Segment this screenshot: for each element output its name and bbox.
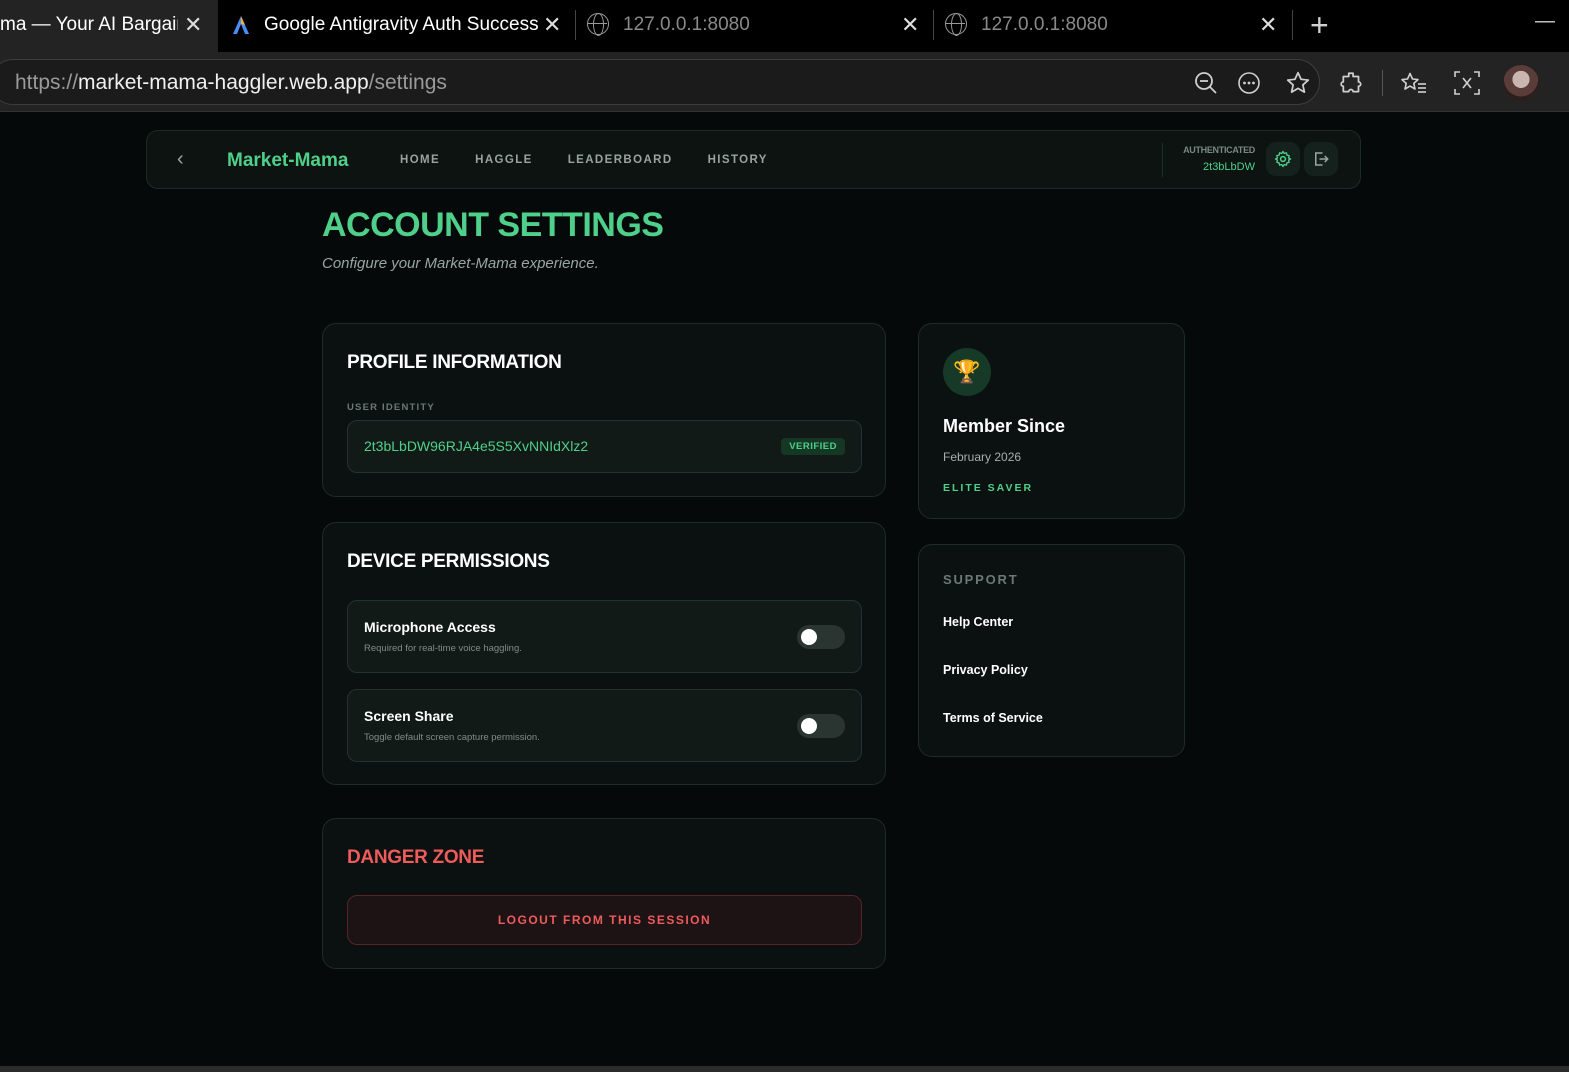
danger-zone-heading: DANGER ZONE	[347, 847, 485, 868]
member-rank: ELITE SAVER	[943, 482, 1034, 494]
page-subtitle: Configure your Market-Mama experience.	[322, 255, 599, 272]
profile-heading: PROFILE INFORMATION	[347, 352, 562, 373]
screenshot-icon[interactable]	[1453, 70, 1481, 96]
permission-desc: Toggle default screen capture permission…	[364, 732, 540, 743]
browser-tab-active[interactable]: ma — Your AI Bargainin ✕	[0, 0, 218, 52]
star-icon[interactable]	[1285, 70, 1311, 96]
url-path: /settings	[368, 71, 447, 94]
logout-session-button[interactable]: LOGOUT FROM THIS SESSION	[347, 895, 862, 945]
permission-title: Screen Share	[364, 708, 454, 724]
tab-title: 127.0.0.1:8080	[981, 14, 1108, 35]
globe-icon	[945, 13, 967, 36]
gear-icon	[1274, 150, 1292, 168]
logout-icon	[1315, 152, 1329, 166]
permissions-card: DEVICE PERMISSIONS Microphone Access Req…	[322, 522, 886, 785]
nav-link-leaderboard[interactable]: LEADERBOARD	[568, 154, 673, 166]
tab-title: Google Antigravity Auth Success	[264, 14, 539, 35]
url-text: https://market-mama-haggler.web.app/sett…	[15, 71, 447, 95]
browser-tab[interactable]: Google Antigravity Auth Success ✕	[218, 0, 575, 52]
app-navbar: ‹ Market-Mama HOME HAGGLE LEADERBOARD HI…	[146, 130, 1361, 189]
verified-badge: VERIFIED	[781, 438, 845, 455]
tab-title: 127.0.0.1:8080	[623, 14, 750, 35]
brand-logo[interactable]: Market-Mama	[227, 150, 348, 172]
help-center-link[interactable]: Help Center	[943, 615, 1013, 629]
permission-desc: Required for real-time voice haggling.	[364, 643, 522, 654]
permissions-heading: DEVICE PERMISSIONS	[347, 551, 550, 572]
auth-user-id: 2t3bLbDW	[1203, 161, 1255, 173]
url-scheme: https://	[15, 71, 79, 94]
member-since-title: Member Since	[943, 416, 1066, 436]
window-bottom-edge	[0, 1066, 1569, 1072]
user-identity-value: 2t3bLbDW96RJA4e5S5XvNNIdXlz2	[364, 438, 589, 454]
nav-link-home[interactable]: HOME	[400, 154, 440, 166]
tab-close-icon[interactable]: ✕	[184, 12, 202, 38]
trophy-icon: 🏆	[943, 348, 991, 396]
permission-title: Microphone Access	[364, 619, 496, 635]
nav-link-history[interactable]: HISTORY	[708, 154, 768, 166]
support-card: SUPPORT Help Center Privacy Policy Terms…	[918, 544, 1185, 757]
member-since-date: February 2026	[943, 450, 1022, 464]
zoom-out-icon[interactable]	[1194, 71, 1218, 95]
browser-tab[interactable]: 127.0.0.1:8080 ✕	[576, 0, 933, 52]
url-host: market-mama-haggler.web.app	[78, 71, 369, 94]
tab-title: ma — Your AI Bargainin	[0, 14, 178, 35]
browser-tab-bar: ma — Your AI Bargainin ✕ Google Antigrav…	[0, 0, 1569, 52]
favorites-icon[interactable]	[1400, 70, 1428, 96]
globe-icon	[587, 13, 609, 36]
back-chevron-icon[interactable]: ‹	[177, 148, 184, 171]
minimize-button[interactable]: —	[1535, 10, 1555, 32]
browser-tab[interactable]: 127.0.0.1:8080 ✕	[934, 0, 1291, 52]
permission-row-screen-share: Screen Share Toggle default screen captu…	[347, 689, 862, 762]
nav-divider	[1162, 143, 1163, 177]
settings-button[interactable]	[1266, 142, 1300, 176]
privacy-policy-link[interactable]: Privacy Policy	[943, 663, 1028, 677]
more-options-icon[interactable]	[1237, 71, 1261, 95]
user-identity-field[interactable]: 2t3bLbDW96RJA4e5S5XvNNIdXlz2 VERIFIED	[347, 420, 862, 473]
page-title: ACCOUNT SETTINGS	[322, 206, 664, 244]
tab-close-icon[interactable]: ✕	[1259, 12, 1277, 38]
user-identity-label: USER IDENTITY	[347, 402, 435, 413]
tab-close-icon[interactable]: ✕	[901, 12, 919, 38]
profile-card: PROFILE INFORMATION USER IDENTITY 2t3bLb…	[322, 323, 886, 497]
profile-avatar[interactable]	[1503, 65, 1539, 101]
logout-icon-button[interactable]	[1304, 142, 1338, 176]
tab-divider	[1292, 10, 1293, 40]
tab-close-icon[interactable]: ✕	[543, 12, 561, 38]
auth-status-label: AUTHENTICATED	[1183, 145, 1255, 155]
screen-share-toggle[interactable]	[797, 714, 845, 738]
nav-link-haggle[interactable]: HAGGLE	[475, 154, 533, 166]
permission-row-microphone: Microphone Access Required for real-time…	[347, 600, 862, 673]
member-card: 🏆 Member Since February 2026 ELITE SAVER	[918, 323, 1185, 519]
url-field[interactable]: https://market-mama-haggler.web.app/sett…	[0, 59, 1320, 105]
antigravity-logo-icon	[233, 16, 249, 34]
new-tab-button[interactable]: +	[1310, 9, 1329, 41]
microphone-toggle[interactable]	[797, 625, 845, 649]
support-heading: SUPPORT	[943, 572, 1019, 587]
extensions-icon[interactable]	[1339, 70, 1365, 96]
browser-address-bar: https://market-mama-haggler.web.app/sett…	[0, 52, 1569, 112]
danger-zone-card: DANGER ZONE LOGOUT FROM THIS SESSION	[322, 818, 886, 969]
terms-of-service-link[interactable]: Terms of Service	[943, 711, 1043, 725]
nav-links: HOME HAGGLE LEADERBOARD HISTORY	[400, 154, 803, 166]
toolbar-divider	[1382, 70, 1383, 96]
